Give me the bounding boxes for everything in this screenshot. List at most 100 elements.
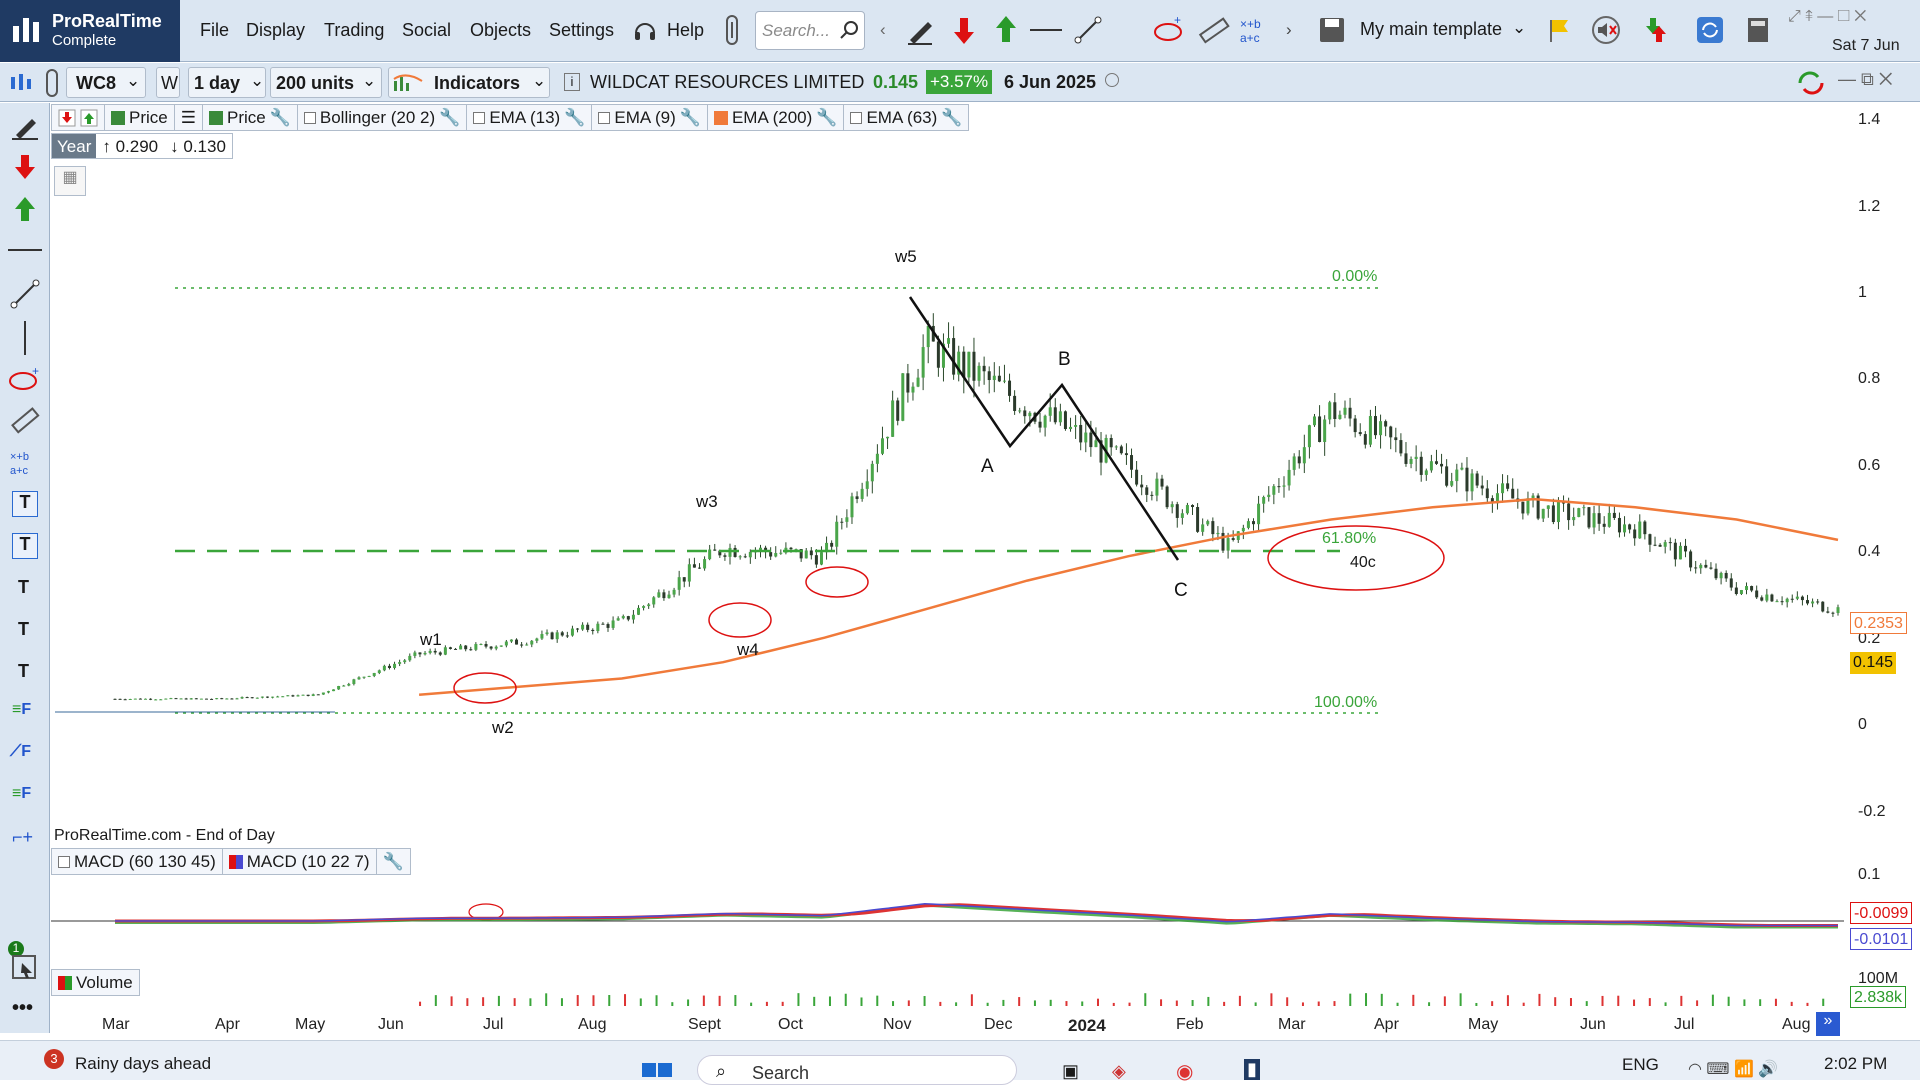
indicator-ema63[interactable]: EMA (63) 🔧	[843, 104, 970, 131]
buy-arrow-icon[interactable]	[990, 14, 1022, 46]
list-icon-button[interactable]: ☰	[173, 104, 203, 131]
cursor-icon[interactable]	[10, 953, 40, 983]
more-tools-icon[interactable]: •••	[12, 997, 33, 1020]
menu-settings[interactable]: Settings	[549, 20, 614, 41]
refresh-icon[interactable]	[1694, 14, 1726, 46]
fibonacci-fan-icon[interactable]: ⟋F	[10, 743, 31, 761]
ellipse-tool-icon[interactable]: +	[8, 365, 42, 393]
search-icon[interactable]	[838, 19, 860, 41]
indicator-ema9[interactable]: EMA (9) 🔧	[591, 104, 708, 131]
weather-widget[interactable]: Rainy days ahead	[75, 1054, 211, 1074]
checkbox[interactable]	[58, 855, 70, 868]
pencil-tool-icon[interactable]	[904, 14, 936, 46]
chart-link-icon[interactable]	[44, 68, 60, 98]
volume-bar	[1806, 1002, 1809, 1006]
vertical-line-icon[interactable]	[20, 321, 30, 355]
wrench-icon[interactable]: 🔧	[564, 108, 585, 128]
time-axis-tick: Sept	[688, 1016, 721, 1033]
wrench-icon[interactable]: 🔧	[941, 108, 962, 128]
task-view-icon[interactable]: ▣	[1062, 1061, 1079, 1082]
indicator-bollinger[interactable]: Bollinger (20 2) 🔧	[296, 104, 468, 131]
save-icon[interactable]	[1316, 14, 1348, 46]
ellipse-tool-icon[interactable]: +	[1152, 14, 1184, 46]
wrench-icon[interactable]: 🔧	[439, 108, 460, 128]
link-icon[interactable]	[723, 14, 741, 46]
scroll-left-icon[interactable]: ‹	[880, 20, 886, 40]
trendline-icon[interactable]	[1072, 14, 1104, 46]
ruler-icon[interactable]	[10, 405, 40, 435]
indicator-volume[interactable]: Volume	[51, 969, 140, 996]
chevron-down-icon[interactable]: ⌄	[250, 71, 264, 91]
wrench-icon[interactable]: 🔧	[270, 108, 291, 128]
text-symbols-icon[interactable]: ×+ba+c	[1238, 14, 1270, 46]
volume-panel[interactable]	[51, 967, 1844, 1008]
chevron-down-icon[interactable]: ⌄	[126, 71, 140, 91]
alerts-icon[interactable]	[1640, 14, 1672, 46]
horizontal-line-icon[interactable]	[1030, 14, 1062, 46]
calculator-icon[interactable]	[1742, 14, 1774, 46]
taskbar-search[interactable]	[697, 1055, 1017, 1085]
wrench-icon[interactable]: 🔧	[680, 108, 701, 128]
window-controls-icon[interactable]: ⤢ ⇞ — ☐ ✕	[1788, 8, 1866, 26]
text-box-tool-icon[interactable]: T	[12, 533, 38, 559]
menu-trading[interactable]: Trading	[324, 20, 384, 41]
scroll-right-icon[interactable]: ›	[1286, 20, 1292, 40]
system-tray-icon[interactable]: ◠ ⌨ 📶 🔊	[1688, 1059, 1778, 1079]
pencil-tool-icon[interactable]	[10, 111, 40, 141]
add-object-icon[interactable]: ⌐+	[12, 827, 33, 848]
checkbox[interactable]	[850, 111, 863, 124]
chart-window-controls-icon[interactable]: — ⧉ ✕	[1838, 69, 1893, 90]
chevron-down-icon[interactable]: ⌄	[1512, 18, 1526, 38]
indicator-macd-10[interactable]: MACD (10 22 7)	[221, 848, 377, 875]
text-style-icon[interactable]: T	[18, 619, 29, 640]
text-style-icon[interactable]: T	[18, 661, 29, 682]
headset-icon[interactable]	[632, 18, 658, 44]
chevron-down-icon[interactable]: ⌄	[532, 71, 546, 91]
price-chart-panel[interactable]	[51, 103, 1844, 845]
checkbox[interactable]	[303, 111, 316, 124]
buy-arrow-icon[interactable]	[12, 195, 38, 223]
ruler-icon[interactable]	[1198, 14, 1230, 46]
chrome-icon[interactable]: ◉	[1176, 1059, 1193, 1084]
flag-icon[interactable]	[1544, 14, 1576, 46]
sell-order-button[interactable]	[51, 104, 105, 131]
price-axis[interactable]	[1844, 103, 1920, 1008]
checkbox[interactable]	[473, 111, 486, 124]
fibonacci-extension-icon[interactable]: ≡F	[12, 785, 31, 803]
info-icon[interactable]: i	[564, 73, 580, 91]
windows-start-icon[interactable]	[640, 1059, 674, 1081]
wrench-icon[interactable]: 🔧	[816, 108, 837, 128]
text-symbols-icon[interactable]: ×+ba+c	[8, 447, 42, 479]
sound-off-icon[interactable]	[1590, 14, 1622, 46]
app-logo[interactable]: ProRealTime Complete	[0, 0, 180, 62]
template-select[interactable]: My main template	[1360, 19, 1502, 40]
text-style-icon[interactable]: T	[18, 577, 29, 598]
menu-file[interactable]: File	[200, 20, 229, 41]
sell-arrow-icon[interactable]	[12, 153, 38, 181]
chevron-down-icon[interactable]: ⌄	[362, 71, 376, 91]
menu-social[interactable]: Social	[402, 20, 451, 41]
menu-objects[interactable]: Objects	[470, 20, 531, 41]
menu-display[interactable]: Display	[246, 20, 305, 41]
indicator-ema13[interactable]: EMA (13) 🔧	[466, 104, 593, 131]
horizontal-line-icon[interactable]	[8, 243, 42, 257]
scroll-end-icon[interactable]: »	[1816, 1012, 1840, 1036]
text-tool-icon[interactable]: T	[12, 491, 38, 517]
menu-help[interactable]: Help	[667, 20, 704, 41]
clock[interactable]: 2:02 PM	[1824, 1054, 1887, 1074]
indicator-ema200[interactable]: EMA (200) 🔧	[706, 104, 845, 131]
app-icon[interactable]: ◈	[1112, 1061, 1126, 1082]
sell-arrow-icon[interactable]	[948, 14, 980, 46]
fibonacci-retracement-icon[interactable]: ≡F	[12, 701, 31, 719]
macd-settings-button[interactable]: 🔧	[375, 848, 411, 875]
indicator-macd-60[interactable]: MACD (60 130 45)	[51, 848, 223, 875]
sync-icon[interactable]	[1794, 67, 1828, 99]
checkbox[interactable]	[598, 111, 611, 124]
indicator-price-1[interactable]: Price	[104, 104, 175, 131]
prorealtime-taskbar-icon[interactable]: ▮	[1244, 1059, 1260, 1080]
language-indicator[interactable]: ENG	[1622, 1055, 1659, 1075]
indicator-price-2[interactable]: Price 🔧	[201, 104, 298, 131]
trendline-icon[interactable]	[10, 279, 40, 309]
candles-icon[interactable]	[8, 71, 38, 95]
building-icon[interactable]: ▦	[54, 166, 86, 196]
